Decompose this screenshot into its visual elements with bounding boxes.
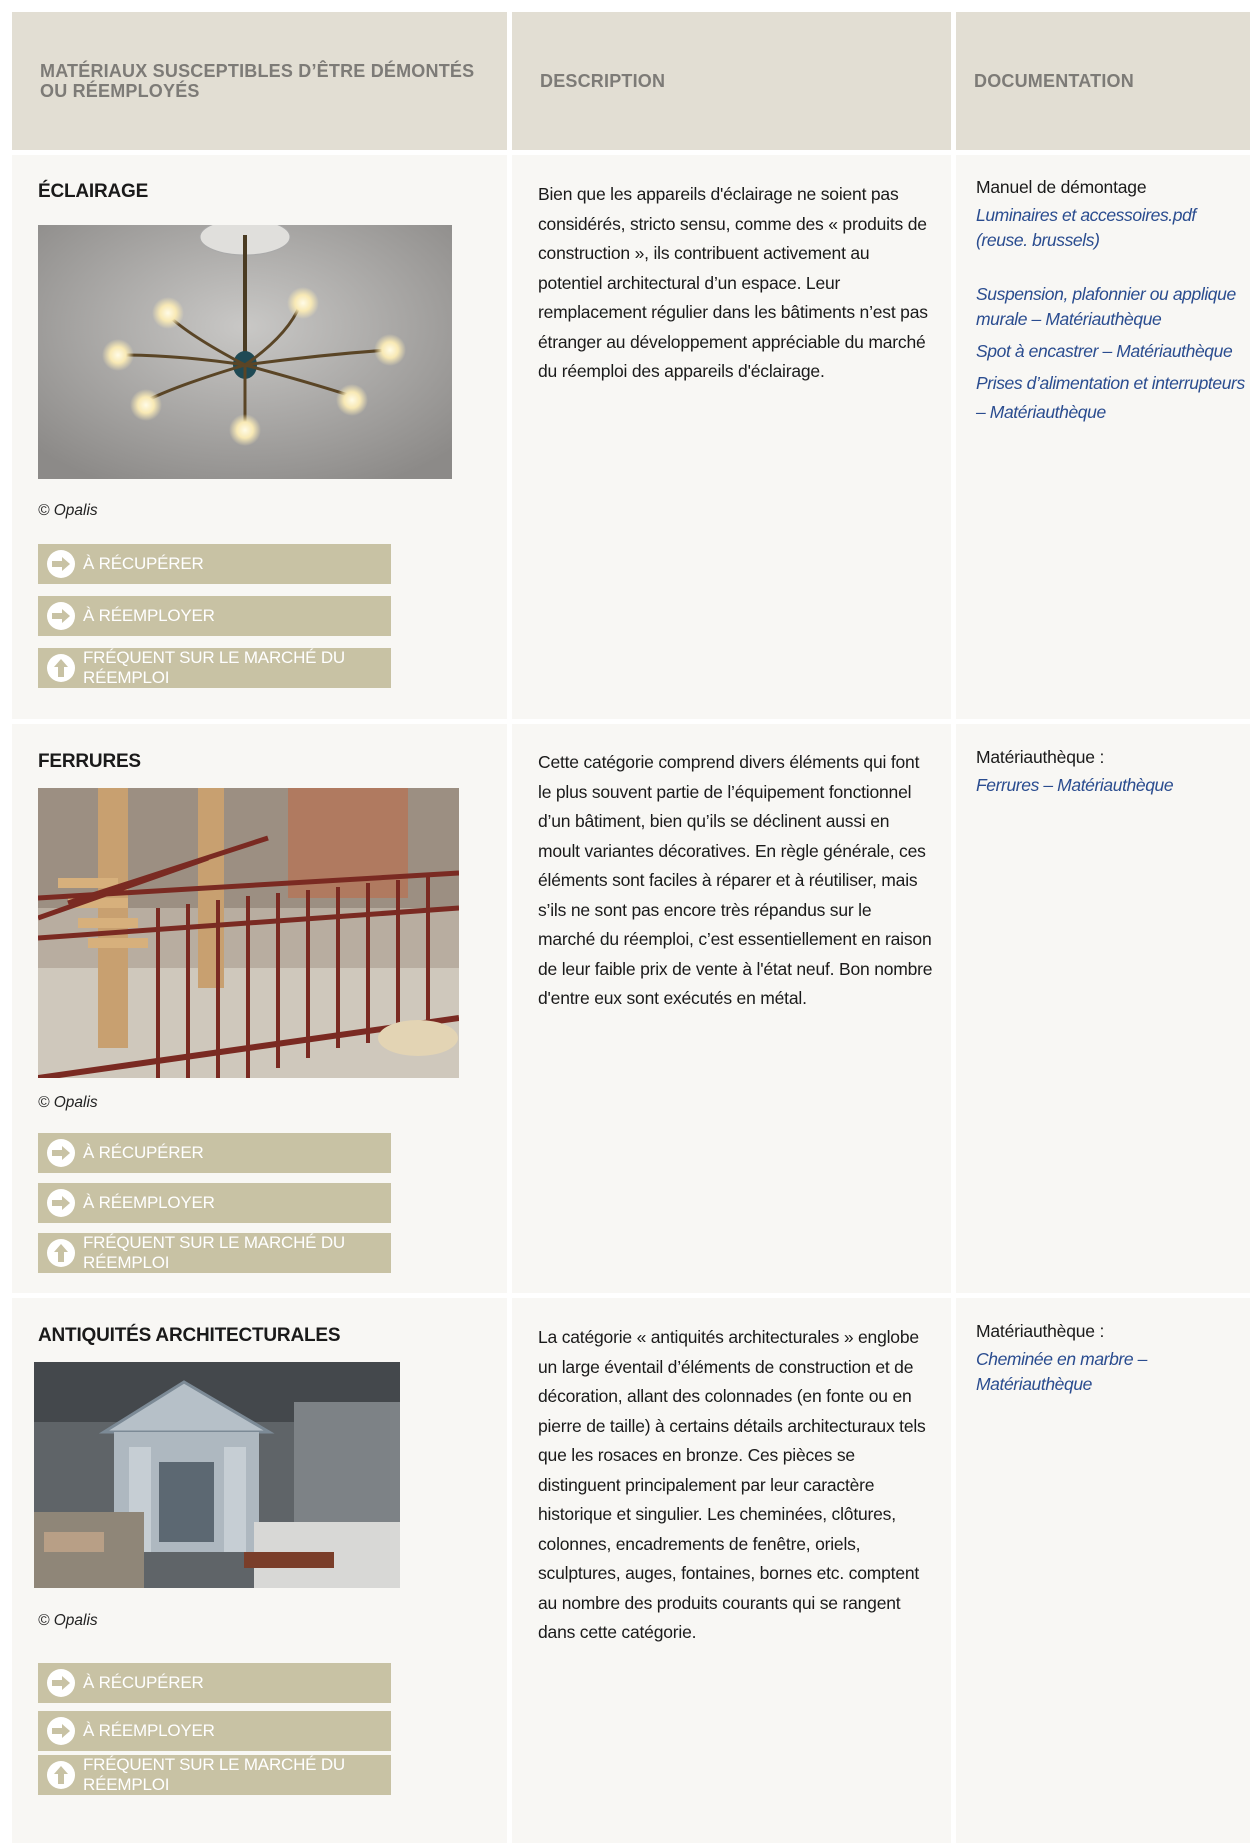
- tag-label: À RÉCUPÉRER: [83, 1673, 204, 1692]
- doc-label: Matériauthèque :: [976, 1321, 1105, 1341]
- frequent-tag[interactable]: FRÉQUENT SUR LE MARCHÉ DU RÉEMPLOI: [38, 1233, 391, 1273]
- row-eclairage-materials: ÉCLAIRAGE © Opalis À RÉCUPÉRER À RÉEMPLO…: [12, 155, 507, 719]
- header-cell-documentation: DOCUMENTATION: [956, 12, 1250, 150]
- arrow-right-icon: [47, 1717, 75, 1745]
- reuse-tag[interactable]: À RÉEMPLOYER: [38, 596, 391, 636]
- doc-link[interactable]: Luminaires et accessoires.pdf (reuse. br…: [976, 203, 1238, 253]
- tag-label: FRÉQUENT SUR LE MARCHÉ DU RÉEMPLOI: [83, 648, 345, 687]
- photo-credit: © Opalis: [38, 1094, 98, 1111]
- chandelier-photo: [38, 225, 452, 479]
- arrow-right-icon: [47, 1189, 75, 1217]
- row-eclairage-documentation: Manuel de démontage Luminaires et access…: [956, 155, 1250, 719]
- row-ferrures-materials: FERRURES © Opalis À RÉCUPÉRER À RÉEMPLOY…: [12, 724, 507, 1293]
- arrow-up-icon: [47, 1761, 75, 1789]
- header-description: DESCRIPTION: [540, 71, 666, 91]
- doc-link[interactable]: Cheminée en marbre – Matériauthèque: [976, 1347, 1248, 1397]
- reuse-tag[interactable]: À RÉEMPLOYER: [38, 1711, 391, 1751]
- row-ferrures-documentation: Matériauthèque : Ferrures – Matériauthèq…: [956, 724, 1250, 1293]
- doc-link[interactable]: Spot à encastrer – Matériauthèque: [976, 339, 1238, 364]
- doc-link[interactable]: Ferrures – Matériauthèque: [976, 773, 1244, 798]
- description-text: Bien que les appareils d'éclairage ne so…: [538, 184, 928, 381]
- tag-label: À RÉEMPLOYER: [83, 606, 215, 625]
- row-title: ÉCLAIRAGE: [38, 181, 149, 202]
- description-text: La catégorie « antiquités architecturale…: [538, 1327, 926, 1642]
- row-title: FERRURES: [38, 751, 141, 772]
- tag-label: À RÉCUPÉRER: [83, 554, 204, 573]
- recover-tag[interactable]: À RÉCUPÉRER: [38, 1133, 391, 1173]
- tag-label: FRÉQUENT SUR LE MARCHÉ DU RÉEMPLOI: [83, 1233, 345, 1272]
- arrow-right-icon: [47, 1139, 75, 1167]
- row-antiquites-materials: ANTIQUITÉS ARCHITECTURALES © Opalis À RÉ…: [12, 1298, 507, 1843]
- reuse-tag[interactable]: À RÉEMPLOYER: [38, 1183, 391, 1223]
- header-documentation: DOCUMENTATION: [974, 71, 1134, 91]
- row-antiquites-description: La catégorie « antiquités architecturale…: [512, 1298, 951, 1843]
- frequent-tag[interactable]: FRÉQUENT SUR LE MARCHÉ DU RÉEMPLOI: [38, 1755, 391, 1795]
- frequent-tag[interactable]: FRÉQUENT SUR LE MARCHÉ DU RÉEMPLOI: [38, 648, 391, 688]
- doc-link[interactable]: Prises d’alimentation et interrupteurs –…: [976, 369, 1248, 427]
- arrow-right-icon: [47, 602, 75, 630]
- arrow-up-icon: [47, 1239, 75, 1267]
- row-title: ANTIQUITÉS ARCHITECTURALES: [38, 1325, 341, 1346]
- photo-credit: © Opalis: [38, 1612, 98, 1629]
- tag-label: À RÉEMPLOYER: [83, 1193, 215, 1212]
- header-cell-materials: MATÉRIAUX SUSCEPTIBLES D’ÊTRE DÉMONTÉS O…: [12, 12, 507, 150]
- antiques-photo: [34, 1362, 400, 1588]
- header-materials: MATÉRIAUX SUSCEPTIBLES D’ÊTRE DÉMONTÉS O…: [40, 61, 475, 101]
- arrow-up-icon: [47, 654, 75, 682]
- description-text: Cette catégorie comprend divers éléments…: [538, 752, 933, 1008]
- arrow-right-icon: [47, 1669, 75, 1697]
- doc-link[interactable]: Suspension, plafonnier ou applique mural…: [976, 282, 1238, 332]
- photo-credit: © Opalis: [38, 502, 98, 519]
- doc-label: Manuel de démontage: [976, 177, 1147, 197]
- doc-label: Matériauthèque :: [976, 747, 1105, 767]
- railing-photo: [38, 788, 459, 1078]
- header-cell-description: DESCRIPTION: [512, 12, 951, 150]
- row-antiquites-documentation: Matériauthèque : Cheminée en marbre – Ma…: [956, 1298, 1250, 1843]
- recover-tag[interactable]: À RÉCUPÉRER: [38, 544, 391, 584]
- recover-tag[interactable]: À RÉCUPÉRER: [38, 1663, 391, 1703]
- row-eclairage-description: Bien que les appareils d'éclairage ne so…: [512, 155, 951, 719]
- row-ferrures-description: Cette catégorie comprend divers éléments…: [512, 724, 951, 1293]
- tag-label: À RÉEMPLOYER: [83, 1721, 215, 1740]
- tag-label: À RÉCUPÉRER: [83, 1143, 204, 1162]
- tag-label: FRÉQUENT SUR LE MARCHÉ DU RÉEMPLOI: [83, 1755, 345, 1794]
- arrow-right-icon: [47, 550, 75, 578]
